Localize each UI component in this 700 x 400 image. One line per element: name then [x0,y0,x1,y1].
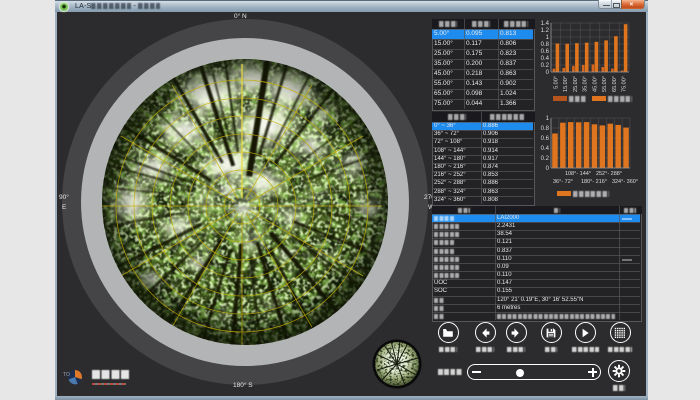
svg-text:5.00°: 5.00° [553,76,559,89]
svg-text:65.00°: 65.00° [612,76,618,92]
svg-text:0.2: 0.2 [541,63,550,69]
svg-text:0.8: 0.8 [541,126,550,132]
svg-text:1.4: 1.4 [541,21,550,27]
svg-text:75.00°: 75.00° [622,76,628,92]
svg-text:1: 1 [546,35,550,41]
svg-text:0: 0 [546,70,550,76]
svg-text:1: 1 [546,116,550,122]
svg-text:108°- 144°: 108°- 144° [565,171,591,177]
svg-text:TO: TO [63,372,70,378]
svg-text:0.8: 0.8 [541,42,550,48]
svg-text:0.4: 0.4 [541,56,550,62]
svg-text:55.00°: 55.00° [602,76,608,92]
svg-text:35.00°: 35.00° [583,76,589,92]
svg-text:25.00°: 25.00° [573,76,579,92]
svg-text:324°- 360°: 324°- 360° [612,179,638,185]
svg-text:180°- 216°: 180°- 216° [581,179,607,185]
svg-text:0.6: 0.6 [541,136,550,142]
svg-text:36°- 72°: 36°- 72° [553,179,573,185]
svg-text:0.6: 0.6 [541,49,550,55]
svg-text:0.2: 0.2 [541,156,550,162]
svg-text:0: 0 [546,166,550,172]
svg-text:252°- 288°: 252°- 288° [596,171,622,177]
svg-text:1.2: 1.2 [541,28,550,34]
svg-text:0.4: 0.4 [541,146,550,152]
svg-text:15.00°: 15.00° [563,76,569,92]
svg-text:45.00°: 45.00° [592,76,598,92]
